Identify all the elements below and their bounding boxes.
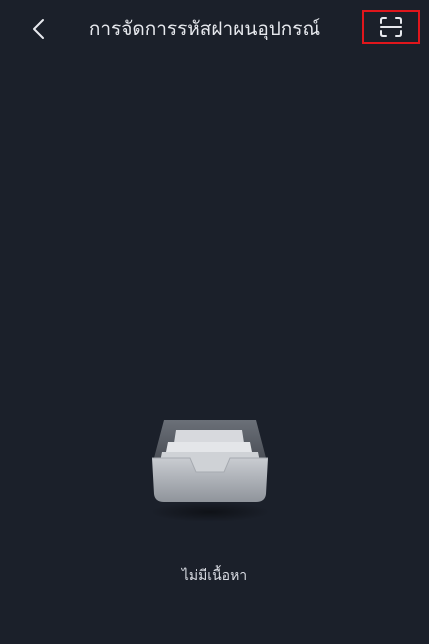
empty-inbox-icon (150, 420, 270, 522)
empty-message: ไม่มีเนื้อหา (181, 568, 248, 584)
scan-button[interactable] (362, 10, 420, 44)
header-bar: การจัดการรหัสฝาผนอุปกรณ์ (0, 0, 429, 58)
device-password-screen: การจัดการรหัสฝาผนอุปกรณ์ ไม่มีเนื้อหา (0, 0, 429, 644)
chevron-left-icon (33, 19, 44, 39)
back-button[interactable] (24, 12, 54, 46)
page-title: การจัดการรหัสฝาผนอุปกรณ์ (88, 18, 321, 40)
scan-frame-icon (380, 17, 402, 37)
